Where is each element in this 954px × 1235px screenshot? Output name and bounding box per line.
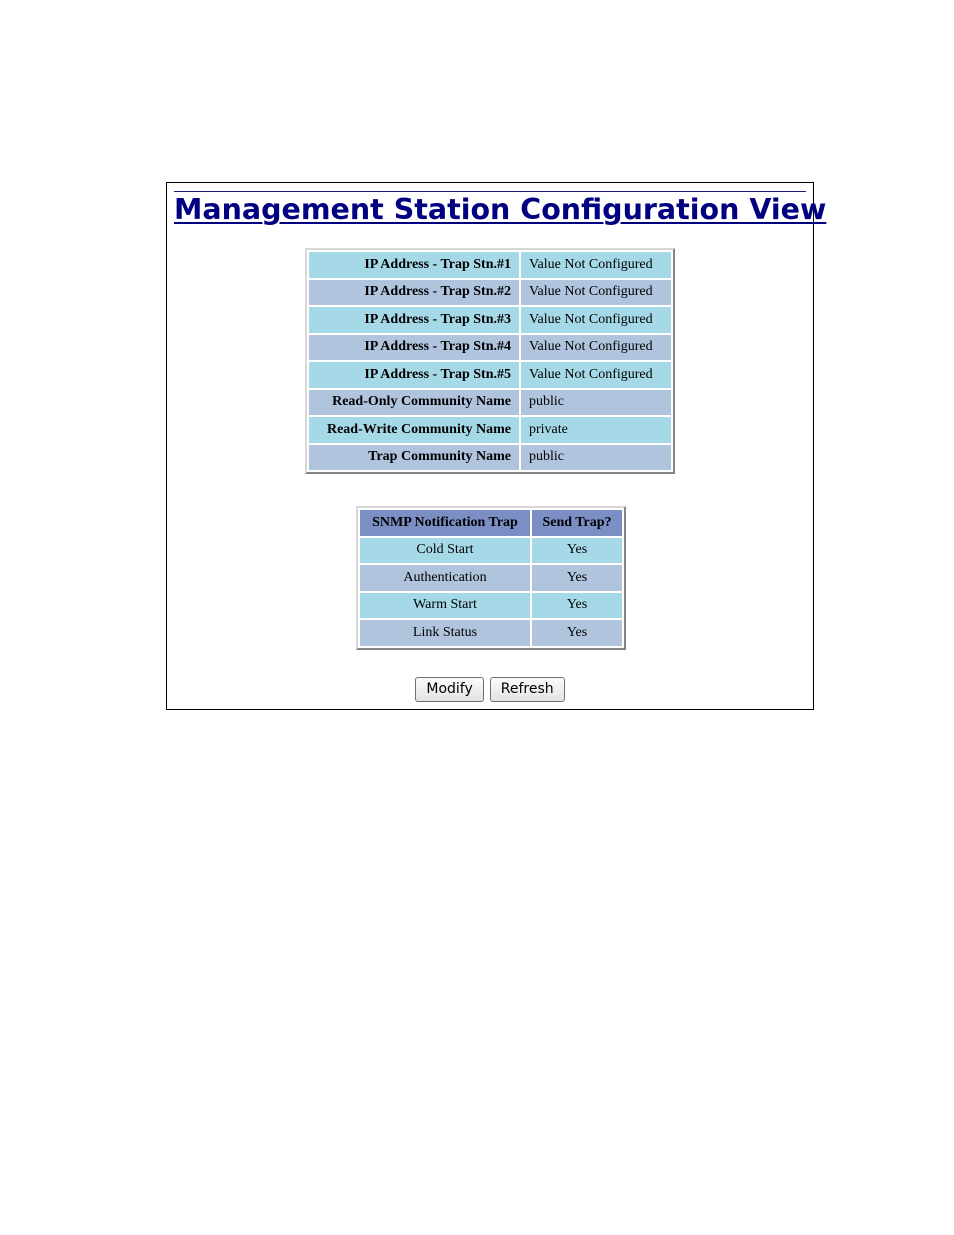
trap-event: Authentication <box>360 565 530 591</box>
table-row: Trap Community Name public <box>309 444 671 470</box>
trap-send-value: Yes <box>532 592 622 618</box>
title-divider <box>174 191 806 192</box>
trap-event: Cold Start <box>360 537 530 563</box>
row-label: Read-Only Community Name <box>309 389 519 415</box>
trap-send-value: Yes <box>532 620 622 646</box>
row-label: IP Address - Trap Stn.#2 <box>309 279 519 305</box>
column-header-trap: SNMP Notification Trap <box>360 510 530 536</box>
table-row: IP Address - Trap Stn.#4 Value Not Confi… <box>309 334 671 360</box>
table-row: IP Address - Trap Stn.#3 Value Not Confi… <box>309 307 671 333</box>
station-config-table: IP Address - Trap Stn.#1 Value Not Confi… <box>305 248 675 474</box>
row-value: public <box>521 444 671 470</box>
table-row: Cold Start Yes <box>360 537 622 563</box>
trap-send-value: Yes <box>532 537 622 563</box>
table-row: Authentication Yes <box>360 565 622 591</box>
row-value: Value Not Configured <box>521 362 671 388</box>
refresh-button[interactable]: Refresh <box>489 677 565 702</box>
snmp-trap-table: SNMP Notification Trap Send Trap? Cold S… <box>356 506 626 650</box>
row-label: IP Address - Trap Stn.#4 <box>309 334 519 360</box>
row-label: IP Address - Trap Stn.#5 <box>309 362 519 388</box>
row-label: IP Address - Trap Stn.#3 <box>309 307 519 333</box>
row-value: Value Not Configured <box>521 252 671 278</box>
row-value: Value Not Configured <box>521 279 671 305</box>
table-row: Read-Write Community Name private <box>309 417 671 443</box>
action-buttons: Modify Refresh <box>167 677 813 702</box>
page-title: Management Station Configuration View <box>174 193 827 226</box>
row-value: public <box>521 389 671 415</box>
table-header-row: SNMP Notification Trap Send Trap? <box>360 510 622 536</box>
table-row: Read-Only Community Name public <box>309 389 671 415</box>
trap-event: Warm Start <box>360 592 530 618</box>
modify-button[interactable]: Modify <box>415 677 484 702</box>
row-value: Value Not Configured <box>521 307 671 333</box>
trap-send-value: Yes <box>532 565 622 591</box>
table-row: Warm Start Yes <box>360 592 622 618</box>
table-row: IP Address - Trap Stn.#1 Value Not Confi… <box>309 252 671 278</box>
trap-event: Link Status <box>360 620 530 646</box>
row-label: Trap Community Name <box>309 444 519 470</box>
config-panel: Management Station Configuration View IP… <box>166 182 827 710</box>
row-label: Read-Write Community Name <box>309 417 519 443</box>
row-value: Value Not Configured <box>521 334 671 360</box>
table-row: Link Status Yes <box>360 620 622 646</box>
table-row: IP Address - Trap Stn.#5 Value Not Confi… <box>309 362 671 388</box>
table-row: IP Address - Trap Stn.#2 Value Not Confi… <box>309 279 671 305</box>
row-value: private <box>521 417 671 443</box>
row-label: IP Address - Trap Stn.#1 <box>309 252 519 278</box>
column-header-send: Send Trap? <box>532 510 622 536</box>
